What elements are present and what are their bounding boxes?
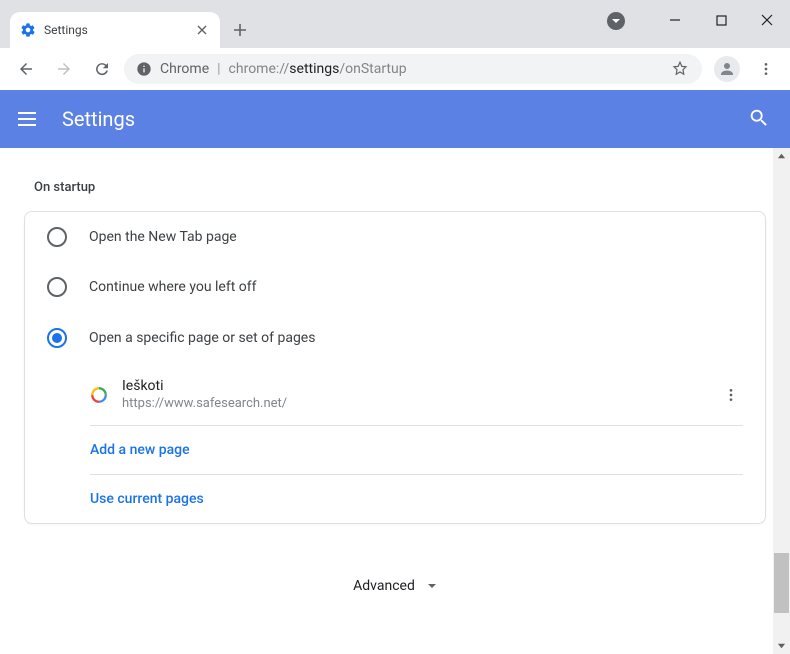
browser-tab[interactable]: Settings (10, 12, 220, 48)
advanced-label: Advanced (353, 578, 415, 594)
radio-icon (47, 328, 67, 348)
address-bar: Chrome | chrome://settings/onStartup (0, 48, 790, 90)
gear-icon (20, 22, 36, 38)
radio-icon (47, 277, 67, 297)
on-startup-card: Open the New Tab page Continue where you… (24, 211, 766, 524)
omnibox-divider: | (217, 61, 220, 77)
startup-page-title: Ieškoti (122, 378, 705, 394)
omnibox-url: chrome://settings/onStartup (229, 61, 407, 77)
profile-avatar[interactable] (714, 56, 740, 82)
minimize-button[interactable] (652, 0, 698, 40)
maximize-button[interactable] (698, 0, 744, 40)
add-new-page-link[interactable]: Add a new page (90, 426, 743, 474)
radio-label: Open the New Tab page (89, 229, 237, 245)
radio-specific-pages[interactable]: Open a specific page or set of pages (25, 312, 765, 364)
page-title: Settings (62, 107, 748, 131)
new-tab-button[interactable] (226, 16, 254, 44)
favicon-icon (90, 386, 108, 404)
use-current-pages-link[interactable]: Use current pages (90, 475, 743, 523)
tab-dropdown-icon[interactable] (607, 12, 625, 30)
search-icon[interactable] (748, 107, 772, 131)
page-row-menu-button[interactable] (719, 383, 743, 407)
radio-new-tab[interactable]: Open the New Tab page (25, 212, 765, 262)
settings-header: Settings (0, 90, 790, 148)
hamburger-menu-icon[interactable] (18, 107, 42, 131)
settings-viewport: On startup Open the New Tab page Continu… (0, 148, 790, 654)
window-controls (652, 0, 790, 40)
section-heading: On startup (34, 180, 766, 195)
window-titlebar: Settings (0, 0, 790, 48)
startup-page-url: https://www.safesearch.net/ (122, 396, 705, 411)
site-info-icon[interactable] (136, 61, 152, 77)
chevron-down-icon (427, 581, 437, 591)
radio-label: Open a specific page or set of pages (89, 330, 315, 346)
tab-title: Settings (44, 23, 186, 37)
close-window-button[interactable] (744, 0, 790, 40)
close-icon[interactable] (194, 22, 210, 38)
omnibox-origin: Chrome (160, 61, 209, 77)
startup-page-row: Ieškoti https://www.safesearch.net/ (90, 364, 743, 425)
omnibox[interactable]: Chrome | chrome://settings/onStartup (124, 54, 702, 84)
scroll-up-icon[interactable] (773, 148, 790, 165)
scroll-thumb[interactable] (774, 553, 789, 613)
radio-icon (47, 227, 67, 247)
scrollbar[interactable] (773, 148, 790, 654)
browser-menu-button[interactable] (752, 61, 780, 77)
back-button[interactable] (10, 53, 42, 85)
reload-button[interactable] (86, 53, 118, 85)
advanced-toggle[interactable]: Advanced (24, 578, 766, 594)
bookmark-star-icon[interactable] (670, 59, 690, 79)
forward-button[interactable] (48, 53, 80, 85)
scroll-down-icon[interactable] (773, 637, 790, 654)
radio-continue[interactable]: Continue where you left off (25, 262, 765, 312)
radio-label: Continue where you left off (89, 279, 257, 295)
